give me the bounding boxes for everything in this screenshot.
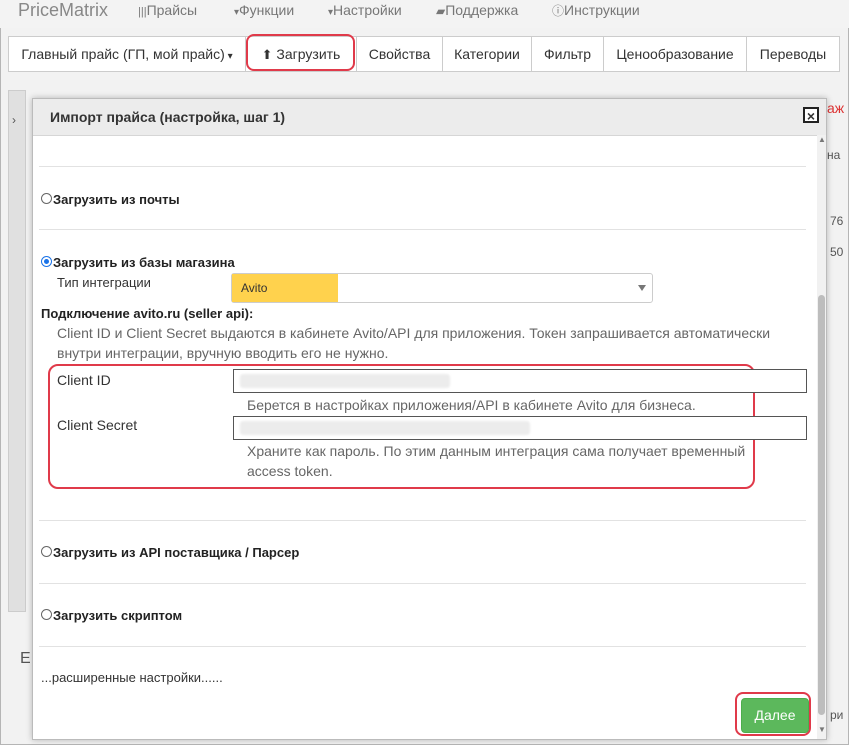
next-button[interactable]: Далее: [741, 698, 809, 733]
background-text: 50: [830, 245, 844, 259]
barcode-icon: |||: [138, 6, 147, 18]
divider: [39, 583, 806, 584]
menu-support[interactable]: ▰Поддержка: [436, 2, 518, 18]
background-text: аж: [827, 100, 845, 116]
top-menu: PriceMatrix |||Прайсы ▾Функции ▾Настройк…: [0, 0, 849, 28]
brand-logo[interactable]: PriceMatrix: [18, 0, 108, 21]
menu-functions[interactable]: ▾Функции: [234, 2, 294, 18]
upload-highlight: [246, 34, 355, 71]
integration-type-select[interactable]: Avito: [231, 273, 653, 303]
divider: [39, 229, 806, 230]
client-id-label: Client ID: [57, 372, 111, 388]
info-icon: ⓘ: [552, 4, 565, 18]
tab-pricing[interactable]: Ценообразование: [604, 37, 747, 71]
dialog-scrollbar[interactable]: ▲ ▼: [817, 135, 826, 739]
client-secret-hint: Храните как пароль. По этим данным интег…: [247, 443, 746, 479]
integration-selected-value: Avito: [232, 274, 338, 302]
menu-instructions[interactable]: ⓘИнструкции: [552, 2, 640, 19]
option-label-shop: Загрузить из базы магазина: [53, 255, 235, 270]
advanced-settings-link[interactable]: ...расширенные настройки......: [41, 670, 223, 685]
option-label-script: Загрузить скриптом: [53, 608, 183, 623]
chevron-right-icon: ›: [12, 113, 16, 127]
dialog-header: Импорт прайса (настройка, шаг 1) ×: [33, 99, 826, 136]
toolbar: Главный прайс (ГП, мой прайс) ▾ ⬆ Загруз…: [8, 36, 840, 72]
radio-load-from-mail[interactable]: [41, 193, 52, 204]
client-secret-label: Client Secret: [57, 417, 138, 433]
divider: [39, 520, 806, 521]
dialog-title: Импорт прайса (настройка, шаг 1): [50, 109, 286, 125]
tab-translations[interactable]: Переводы: [747, 37, 839, 71]
radio-load-by-script[interactable]: [41, 609, 52, 620]
scroll-up-icon: ▲: [818, 135, 826, 144]
connection-title: Подключение avito.ru (seller api):: [41, 306, 254, 321]
client-secret-input[interactable]: [233, 416, 807, 440]
connection-hint: Client ID и Client Secret выдаются в каб…: [57, 325, 771, 361]
divider: [39, 646, 806, 647]
scroll-thumb[interactable]: [818, 295, 825, 715]
menu-prices[interactable]: |||Прайсы: [138, 2, 197, 18]
scroll-down-icon: ▼: [818, 725, 826, 734]
background-letter: E: [20, 650, 31, 667]
tab-categories[interactable]: Категории: [443, 37, 532, 71]
chat-icon: ▰: [436, 4, 446, 18]
caret-down-icon: ▾: [224, 51, 233, 62]
redacted-value: [240, 421, 530, 435]
tab-filter[interactable]: Фильтр: [532, 37, 604, 71]
divider: [39, 166, 806, 167]
redacted-value: [240, 374, 450, 388]
option-label-mail: Загрузить из почты: [53, 192, 180, 207]
radio-load-from-shop[interactable]: [41, 256, 52, 267]
chevron-down-icon: [638, 285, 646, 291]
client-id-hint: Берется в настройках приложения/API в ка…: [247, 397, 696, 413]
import-dialog: Импорт прайса (настройка, шаг 1) × Загру…: [32, 98, 827, 740]
client-id-input[interactable]: [233, 369, 807, 393]
option-label-api: Загрузить из API поставщика / Парсер: [53, 545, 300, 560]
background-text: ри: [830, 708, 844, 722]
background-text: на: [827, 148, 841, 162]
radio-load-from-api[interactable]: [41, 546, 52, 557]
menu-settings[interactable]: ▾Настройки: [328, 2, 402, 18]
price-selector-dropdown[interactable]: Главный прайс (ГП, мой прайс) ▾: [9, 37, 246, 71]
tab-properties[interactable]: Свойства: [357, 37, 443, 71]
close-icon[interactable]: ×: [803, 107, 819, 124]
collapsed-side-panel[interactable]: ›: [8, 90, 26, 612]
background-table-edge: [826, 90, 846, 650]
integration-type-label: Тип интеграции: [57, 275, 151, 290]
background-text: 76: [830, 214, 844, 228]
